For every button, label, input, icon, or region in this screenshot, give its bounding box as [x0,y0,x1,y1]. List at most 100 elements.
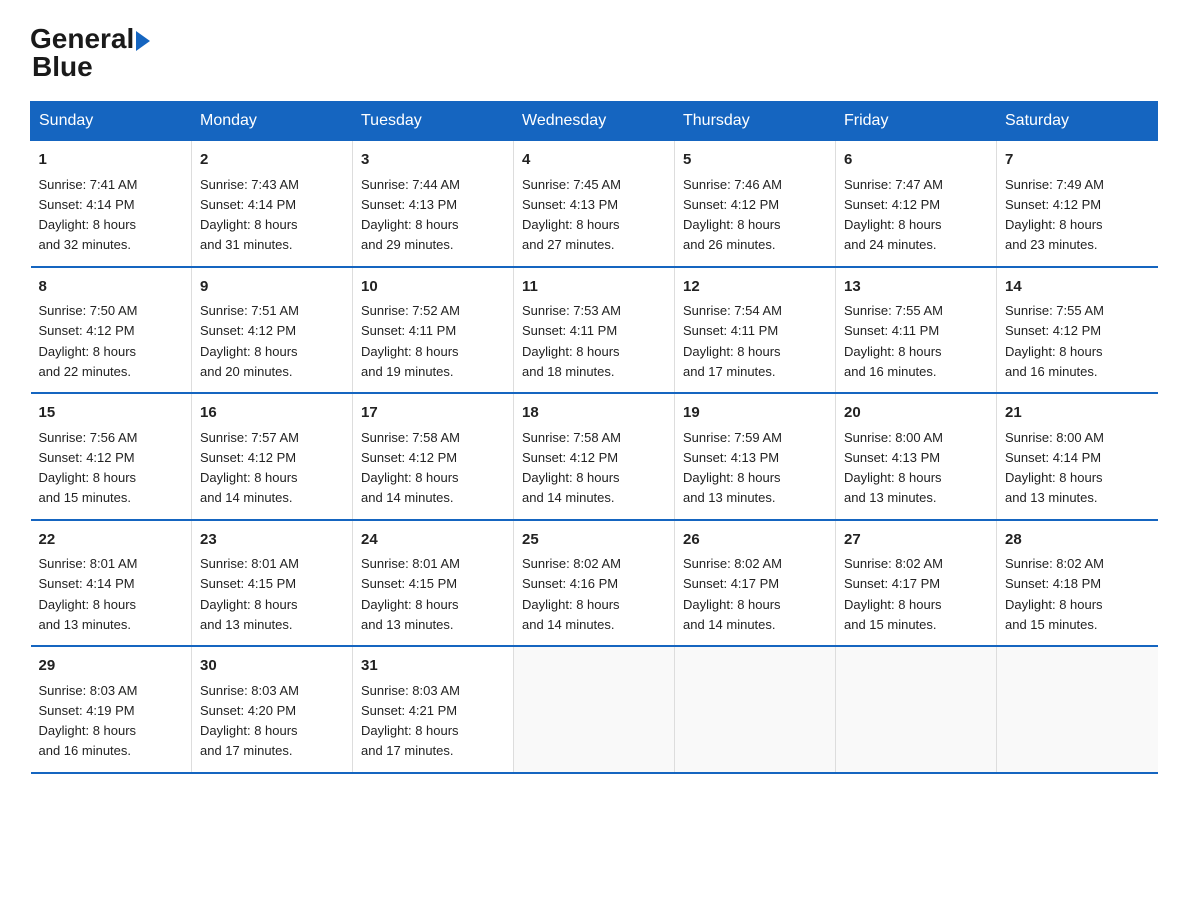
cell-info: Sunrise: 7:51 AMSunset: 4:12 PMDaylight:… [200,303,299,379]
cell-info: Sunrise: 8:02 AMSunset: 4:17 PMDaylight:… [844,556,943,632]
day-number: 5 [683,149,827,172]
cell-info: Sunrise: 7:45 AMSunset: 4:13 PMDaylight:… [522,177,621,253]
logo-text-part1: General [30,25,134,53]
day-number: 1 [39,149,184,172]
calendar-cell: 3 Sunrise: 7:44 AMSunset: 4:13 PMDayligh… [353,141,514,267]
day-number: 6 [844,149,988,172]
day-number: 12 [683,276,827,299]
day-number: 23 [200,529,344,552]
calendar-table: SundayMondayTuesdayWednesdayThursdayFrid… [30,101,1158,774]
day-number: 4 [522,149,666,172]
cell-info: Sunrise: 7:55 AMSunset: 4:11 PMDaylight:… [844,303,943,379]
cell-info: Sunrise: 8:01 AMSunset: 4:14 PMDaylight:… [39,556,138,632]
calendar-cell: 18 Sunrise: 7:58 AMSunset: 4:12 PMDaylig… [514,393,675,520]
day-number: 10 [361,276,505,299]
day-number: 2 [200,149,344,172]
cell-info: Sunrise: 7:58 AMSunset: 4:12 PMDaylight:… [522,430,621,506]
cell-info: Sunrise: 7:41 AMSunset: 4:14 PMDaylight:… [39,177,138,253]
cell-info: Sunrise: 7:47 AMSunset: 4:12 PMDaylight:… [844,177,943,253]
day-number: 3 [361,149,505,172]
logo-arrow-icon [136,31,150,51]
cell-info: Sunrise: 7:44 AMSunset: 4:13 PMDaylight:… [361,177,460,253]
calendar-cell: 19 Sunrise: 7:59 AMSunset: 4:13 PMDaylig… [675,393,836,520]
week-row-2: 8 Sunrise: 7:50 AMSunset: 4:12 PMDayligh… [31,267,1158,394]
week-row-5: 29 Sunrise: 8:03 AMSunset: 4:19 PMDaylig… [31,646,1158,773]
week-row-4: 22 Sunrise: 8:01 AMSunset: 4:14 PMDaylig… [31,520,1158,647]
calendar-cell: 6 Sunrise: 7:47 AMSunset: 4:12 PMDayligh… [836,141,997,267]
cell-info: Sunrise: 7:57 AMSunset: 4:12 PMDaylight:… [200,430,299,506]
cell-info: Sunrise: 8:00 AMSunset: 4:13 PMDaylight:… [844,430,943,506]
weekday-header-thursday: Thursday [675,102,836,141]
weekday-header-sunday: Sunday [31,102,192,141]
calendar-cell: 16 Sunrise: 7:57 AMSunset: 4:12 PMDaylig… [192,393,353,520]
calendar-cell: 27 Sunrise: 8:02 AMSunset: 4:17 PMDaylig… [836,520,997,647]
cell-info: Sunrise: 7:46 AMSunset: 4:12 PMDaylight:… [683,177,782,253]
calendar-cell: 22 Sunrise: 8:01 AMSunset: 4:14 PMDaylig… [31,520,192,647]
day-number: 30 [200,655,344,678]
day-number: 21 [1005,402,1150,425]
calendar-cell: 14 Sunrise: 7:55 AMSunset: 4:12 PMDaylig… [997,267,1158,394]
calendar-cell: 31 Sunrise: 8:03 AMSunset: 4:21 PMDaylig… [353,646,514,773]
calendar-cell: 17 Sunrise: 7:58 AMSunset: 4:12 PMDaylig… [353,393,514,520]
day-number: 31 [361,655,505,678]
cell-info: Sunrise: 8:01 AMSunset: 4:15 PMDaylight:… [361,556,460,632]
cell-info: Sunrise: 7:50 AMSunset: 4:12 PMDaylight:… [39,303,138,379]
cell-info: Sunrise: 7:52 AMSunset: 4:11 PMDaylight:… [361,303,460,379]
calendar-cell: 9 Sunrise: 7:51 AMSunset: 4:12 PMDayligh… [192,267,353,394]
weekday-header-row: SundayMondayTuesdayWednesdayThursdayFrid… [31,102,1158,141]
calendar-cell: 29 Sunrise: 8:03 AMSunset: 4:19 PMDaylig… [31,646,192,773]
week-row-3: 15 Sunrise: 7:56 AMSunset: 4:12 PMDaylig… [31,393,1158,520]
cell-info: Sunrise: 8:03 AMSunset: 4:19 PMDaylight:… [39,683,138,759]
cell-info: Sunrise: 7:56 AMSunset: 4:12 PMDaylight:… [39,430,138,506]
weekday-header-saturday: Saturday [997,102,1158,141]
calendar-cell: 8 Sunrise: 7:50 AMSunset: 4:12 PMDayligh… [31,267,192,394]
day-number: 24 [361,529,505,552]
calendar-cell: 30 Sunrise: 8:03 AMSunset: 4:20 PMDaylig… [192,646,353,773]
calendar-cell: 11 Sunrise: 7:53 AMSunset: 4:11 PMDaylig… [514,267,675,394]
weekday-header-monday: Monday [192,102,353,141]
day-number: 15 [39,402,184,425]
calendar-cell: 2 Sunrise: 7:43 AMSunset: 4:14 PMDayligh… [192,141,353,267]
calendar-cell: 4 Sunrise: 7:45 AMSunset: 4:13 PMDayligh… [514,141,675,267]
cell-info: Sunrise: 8:01 AMSunset: 4:15 PMDaylight:… [200,556,299,632]
calendar-cell: 5 Sunrise: 7:46 AMSunset: 4:12 PMDayligh… [675,141,836,267]
logo: General Blue [30,20,150,81]
day-number: 17 [361,402,505,425]
calendar-cell: 28 Sunrise: 8:02 AMSunset: 4:18 PMDaylig… [997,520,1158,647]
cell-info: Sunrise: 8:02 AMSunset: 4:16 PMDaylight:… [522,556,621,632]
cell-info: Sunrise: 7:53 AMSunset: 4:11 PMDaylight:… [522,303,621,379]
calendar-cell: 26 Sunrise: 8:02 AMSunset: 4:17 PMDaylig… [675,520,836,647]
day-number: 8 [39,276,184,299]
calendar-cell: 10 Sunrise: 7:52 AMSunset: 4:11 PMDaylig… [353,267,514,394]
cell-info: Sunrise: 8:03 AMSunset: 4:21 PMDaylight:… [361,683,460,759]
calendar-cell: 1 Sunrise: 7:41 AMSunset: 4:14 PMDayligh… [31,141,192,267]
calendar-cell: 21 Sunrise: 8:00 AMSunset: 4:14 PMDaylig… [997,393,1158,520]
calendar-cell: 25 Sunrise: 8:02 AMSunset: 4:16 PMDaylig… [514,520,675,647]
day-number: 13 [844,276,988,299]
day-number: 20 [844,402,988,425]
calendar-cell: 13 Sunrise: 7:55 AMSunset: 4:11 PMDaylig… [836,267,997,394]
cell-info: Sunrise: 8:02 AMSunset: 4:18 PMDaylight:… [1005,556,1104,632]
cell-info: Sunrise: 8:00 AMSunset: 4:14 PMDaylight:… [1005,430,1104,506]
day-number: 25 [522,529,666,552]
day-number: 18 [522,402,666,425]
weekday-header-tuesday: Tuesday [353,102,514,141]
cell-info: Sunrise: 8:03 AMSunset: 4:20 PMDaylight:… [200,683,299,759]
cell-info: Sunrise: 7:59 AMSunset: 4:13 PMDaylight:… [683,430,782,506]
calendar-cell: 24 Sunrise: 8:01 AMSunset: 4:15 PMDaylig… [353,520,514,647]
day-number: 14 [1005,276,1150,299]
day-number: 22 [39,529,184,552]
cell-info: Sunrise: 7:43 AMSunset: 4:14 PMDaylight:… [200,177,299,253]
day-number: 9 [200,276,344,299]
calendar-cell [675,646,836,773]
calendar-cell: 15 Sunrise: 7:56 AMSunset: 4:12 PMDaylig… [31,393,192,520]
page-header: General Blue [30,20,1158,81]
calendar-cell: 23 Sunrise: 8:01 AMSunset: 4:15 PMDaylig… [192,520,353,647]
day-number: 29 [39,655,184,678]
day-number: 27 [844,529,988,552]
calendar-cell [514,646,675,773]
day-number: 26 [683,529,827,552]
day-number: 11 [522,276,666,299]
calendar-cell: 12 Sunrise: 7:54 AMSunset: 4:11 PMDaylig… [675,267,836,394]
day-number: 28 [1005,529,1150,552]
